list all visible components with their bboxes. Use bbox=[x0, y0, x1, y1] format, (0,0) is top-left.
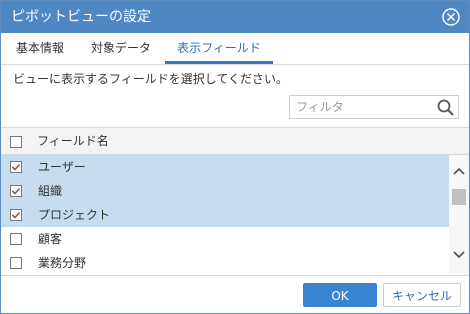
scrollbar-thumb[interactable] bbox=[452, 189, 466, 205]
dialog-titlebar: ピボットビューの設定 bbox=[1, 1, 469, 33]
list-item[interactable]: 顧客 bbox=[1, 227, 449, 251]
list-item[interactable]: 業務分野 bbox=[1, 251, 449, 275]
field-grid: フィールド名 ユーザー 組織 プロジェクト 顧客 業務分野 bbox=[1, 127, 469, 276]
filter-box bbox=[289, 95, 459, 119]
dialog-title: ピボットビューの設定 bbox=[11, 9, 151, 25]
row-checkbox[interactable] bbox=[10, 161, 22, 173]
column-header-field-name: フィールド名 bbox=[37, 134, 109, 148]
tab-display-fields[interactable]: 表示フィールド bbox=[165, 33, 273, 64]
filter-input[interactable] bbox=[290, 96, 442, 118]
pivot-view-settings-dialog: ピボットビューの設定 基本情報 対象データ 表示フィールド ビューに表示するフィ… bbox=[0, 0, 470, 314]
field-label: ユーザー bbox=[38, 160, 86, 174]
row-checkbox[interactable] bbox=[10, 233, 22, 245]
search-icon[interactable] bbox=[436, 98, 456, 118]
tab-basic-info[interactable]: 基本情報 bbox=[7, 33, 73, 64]
list-scrollbar[interactable] bbox=[449, 155, 469, 275]
list-item[interactable]: プロジェクト bbox=[1, 203, 449, 227]
row-checkbox[interactable] bbox=[10, 257, 22, 269]
cancel-button[interactable]: キャンセル bbox=[383, 283, 461, 307]
select-all-checkbox[interactable] bbox=[10, 136, 22, 148]
row-checkbox[interactable] bbox=[10, 185, 22, 197]
tab-target-data[interactable]: 対象データ bbox=[81, 33, 161, 64]
row-checkbox[interactable] bbox=[10, 209, 22, 221]
grid-header: フィールド名 bbox=[1, 128, 469, 155]
field-list: ユーザー 組織 プロジェクト 顧客 業務分野 bbox=[1, 155, 449, 275]
ok-button[interactable]: OK bbox=[303, 283, 377, 307]
instruction-text: ビューに表示するフィールドを選択してください。 bbox=[13, 72, 289, 86]
field-label: 顧客 bbox=[38, 232, 63, 246]
chevron-up-icon[interactable] bbox=[451, 165, 467, 177]
list-item[interactable]: 組織 bbox=[1, 179, 449, 203]
chevron-down-icon[interactable] bbox=[451, 249, 467, 261]
dialog-footer: OK キャンセル bbox=[1, 275, 469, 313]
field-label: プロジェクト bbox=[38, 208, 111, 222]
field-label: 業務分野 bbox=[38, 256, 87, 270]
close-icon[interactable] bbox=[441, 7, 461, 27]
field-label: 組織 bbox=[38, 184, 63, 198]
tab-bar: 基本情報 対象データ 表示フィールド bbox=[1, 33, 469, 65]
list-item[interactable]: ユーザー bbox=[1, 155, 449, 179]
